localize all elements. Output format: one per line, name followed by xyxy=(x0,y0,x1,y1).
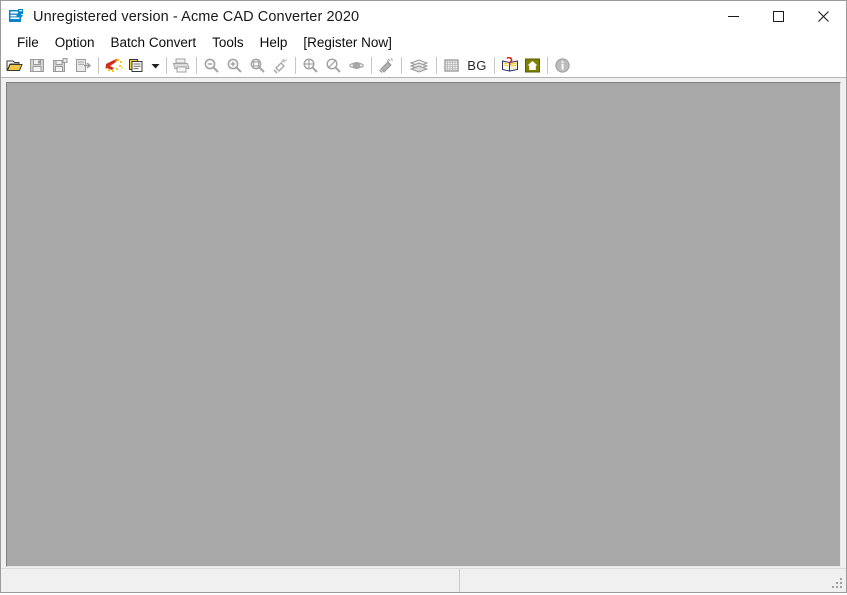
layers-icon xyxy=(409,57,429,74)
menu-item-tools[interactable]: Tools xyxy=(204,34,252,52)
zoom-extents-icon xyxy=(302,57,319,74)
pan-button[interactable] xyxy=(269,54,292,76)
menu-item-help[interactable]: Help xyxy=(252,34,296,52)
drawing-canvas[interactable] xyxy=(6,82,841,567)
toolbar-separator xyxy=(547,57,548,74)
window-controls xyxy=(711,1,846,32)
export-page-icon xyxy=(75,57,92,74)
orbit-icon xyxy=(348,57,365,74)
orbit-button[interactable] xyxy=(345,54,368,76)
printer-icon xyxy=(172,57,191,74)
toolbar-separator xyxy=(196,57,197,74)
minimize-button[interactable] xyxy=(711,1,756,32)
menu-item-file[interactable]: File xyxy=(9,34,47,52)
zoom-in-button[interactable] xyxy=(223,54,246,76)
status-pane-right xyxy=(459,569,846,592)
menu-bar: File Option Batch Convert Tools Help [Re… xyxy=(1,32,846,53)
grid-button[interactable] xyxy=(440,54,463,76)
home-button[interactable] xyxy=(521,54,544,76)
toolbar-separator xyxy=(98,57,99,74)
resize-grip-icon[interactable] xyxy=(831,577,844,590)
application-window: Unregistered version - Acme CAD Converte… xyxy=(0,0,847,593)
maximize-icon xyxy=(773,11,784,22)
zoom-window-icon xyxy=(249,57,266,74)
zoom-previous-icon xyxy=(325,57,342,74)
zoom-out-button[interactable] xyxy=(200,54,223,76)
measure-button[interactable] xyxy=(375,54,398,76)
zoom-in-icon xyxy=(226,57,243,74)
maximize-button[interactable] xyxy=(756,1,801,32)
print-button[interactable] xyxy=(170,54,193,76)
cad-document-icon xyxy=(8,8,25,25)
bg-text-icon: BG xyxy=(467,58,486,73)
menu-item-batch-convert[interactable]: Batch Convert xyxy=(103,34,205,52)
menu-item-option[interactable]: Option xyxy=(47,34,103,52)
zoom-extents-button[interactable] xyxy=(299,54,322,76)
background-color-button[interactable]: BG xyxy=(463,54,491,76)
zoom-window-button[interactable] xyxy=(246,54,269,76)
save-as-button[interactable] xyxy=(49,54,72,76)
toolbar-separator xyxy=(401,57,402,74)
toolbar-separator xyxy=(166,57,167,74)
pan-hand-icon xyxy=(272,57,289,74)
help-book-icon xyxy=(501,57,519,74)
title-bar: Unregistered version - Acme CAD Converte… xyxy=(1,1,846,32)
save-as-disk-icon xyxy=(52,57,69,74)
home-icon xyxy=(524,57,541,74)
zoom-previous-button[interactable] xyxy=(322,54,345,76)
copy-pages-dropdown[interactable] xyxy=(148,54,163,76)
batch-convert-button[interactable] xyxy=(102,54,125,76)
convert-star-icon xyxy=(104,57,123,74)
toolbar-separator xyxy=(371,57,372,74)
menu-item-register-now[interactable]: [Register Now] xyxy=(295,34,400,52)
toolbar-separator xyxy=(295,57,296,74)
layers-button[interactable] xyxy=(405,54,433,76)
copy-pages-icon xyxy=(128,57,146,74)
about-button[interactable] xyxy=(551,54,574,76)
copy-pages-button[interactable] xyxy=(125,54,148,76)
window-title: Unregistered version - Acme CAD Converte… xyxy=(33,9,359,25)
toolbar-separator xyxy=(494,57,495,74)
grid-icon xyxy=(443,57,460,74)
status-pane-left xyxy=(1,569,459,592)
toolbar-separator xyxy=(436,57,437,74)
help-button[interactable] xyxy=(498,54,521,76)
client-area xyxy=(1,78,846,568)
info-icon xyxy=(554,57,571,74)
export-button[interactable] xyxy=(72,54,95,76)
toolbar: BG xyxy=(1,53,846,78)
save-disk-icon xyxy=(29,57,46,74)
status-bar xyxy=(1,568,846,592)
zoom-out-icon xyxy=(203,57,220,74)
close-button[interactable] xyxy=(801,1,846,32)
close-icon xyxy=(818,11,829,22)
minimize-icon xyxy=(728,11,739,22)
open-file-button[interactable] xyxy=(3,54,26,76)
save-file-button[interactable] xyxy=(26,54,49,76)
chevron-down-icon xyxy=(151,61,160,70)
open-folder-icon xyxy=(6,57,24,74)
measure-icon xyxy=(378,57,395,74)
